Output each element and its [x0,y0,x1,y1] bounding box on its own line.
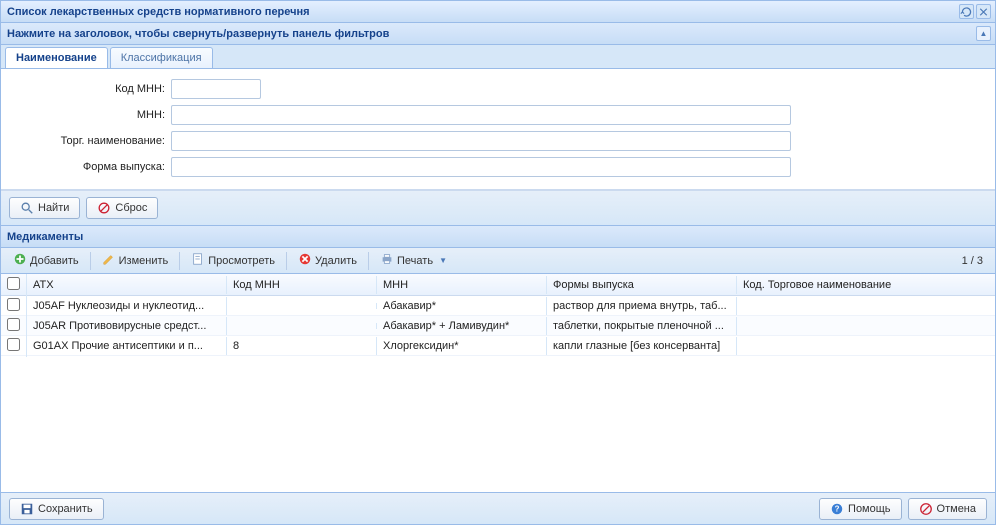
cell-form: раствор для приема внутрь, таб... [547,297,737,315]
delete-icon [298,252,312,269]
window-title: Список лекарственных средств нормативног… [7,6,310,18]
save-button[interactable]: Сохранить [9,498,104,520]
filter-buttons: Найти Сброс [1,190,995,226]
print-label: Печать [397,255,433,267]
view-label: Просмотреть [208,255,275,267]
cell-trade [737,323,995,329]
grid-body[interactable]: J05AF Нуклеозиды и нуклеотид... Абакавир… [1,296,995,492]
pencil-icon [102,252,116,269]
table-row[interactable]: J05AF Нуклеозиды и нуклеотид... Абакавир… [1,296,995,316]
find-button-label: Найти [38,202,69,214]
label-trade-name: Торг. наименование: [11,135,171,147]
reset-button[interactable]: Сброс [86,197,158,219]
add-label: Добавить [30,255,79,267]
separator [368,252,369,270]
cell-code [227,323,377,329]
label-mnn: МНН: [11,109,171,121]
col-code-mnn[interactable]: Код МНН [227,276,377,294]
collapse-icon[interactable]: ▲ [976,26,991,41]
col-atc[interactable]: АТХ [27,276,227,294]
cell-atc: G01AX Прочие антисептики и п... [27,337,227,355]
col-trade[interactable]: Код. Торговое наименование [737,276,995,294]
edit-label: Изменить [119,255,169,267]
close-icon[interactable] [976,4,991,19]
svg-text:?: ? [835,504,840,513]
cell-atc: J05AR Противовирусные средст... [27,317,227,335]
filter-form: Код МНН: МНН: Торг. наименование: Форма … [1,69,995,190]
paging-text: 1 / 3 [962,255,989,267]
search-icon [20,201,34,215]
input-trade-name[interactable] [171,131,791,151]
reset-icon [97,201,111,215]
separator [90,252,91,270]
chevron-down-icon: ▼ [439,256,447,265]
help-icon: ? [830,502,844,516]
grid-header: АТХ Код МНН МНН Формы выпуска Код. Торго… [1,274,995,296]
cancel-button[interactable]: Отмена [908,498,987,520]
print-button[interactable]: Печать ▼ [374,250,453,271]
label-code-mnn: Код МНН: [11,83,171,95]
cell-code: 8 [227,337,377,355]
cancel-icon [919,502,933,516]
table-row[interactable]: G01AX Прочие антисептики и п... 8 Хлорге… [1,336,995,356]
edit-button[interactable]: Изменить [96,250,175,271]
cell-mnn: Хлоргексидин* [377,337,547,355]
cell-code [227,303,377,309]
refresh-icon[interactable] [959,4,974,19]
add-button[interactable]: Добавить [7,250,85,271]
col-mnn[interactable]: МНН [377,276,547,294]
label-release-form: Форма выпуска: [11,161,171,173]
grid-title: Медикаменты [1,226,995,248]
tab-classification[interactable]: Классификация [110,47,213,68]
table-row[interactable]: J05AR Противовирусные средст... Абакавир… [1,316,995,336]
col-release-form[interactable]: Формы выпуска [547,276,737,294]
cell-atc: J05AF Нуклеозиды и нуклеотид... [27,297,227,315]
reset-button-label: Сброс [115,202,147,214]
row-checkbox[interactable] [7,318,20,331]
input-mnn[interactable] [171,105,791,125]
app-window: Список лекарственных средств нормативног… [0,0,996,525]
grid-toolbar: Добавить Изменить Просмотреть Удалить [1,248,995,274]
find-button[interactable]: Найти [9,197,80,219]
input-release-form[interactable] [171,157,791,177]
titlebar: Список лекарственных средств нормативног… [1,1,995,23]
cell-form: капли глазные [без консерванта] [547,337,737,355]
cancel-label: Отмена [937,503,976,515]
delete-label: Удалить [315,255,357,267]
cell-trade [737,303,995,309]
plus-icon [13,252,27,269]
cell-form: таблетки, покрытые пленочной ... [547,317,737,335]
document-icon [191,252,205,269]
delete-button[interactable]: Удалить [292,250,363,271]
cell-trade [737,343,995,349]
select-all-checkbox[interactable] [7,277,20,290]
save-label: Сохранить [38,503,93,515]
help-label: Помощь [848,503,891,515]
filter-panel-title: Нажмите на заголовок, чтобы свернуть/раз… [7,28,389,40]
tab-name[interactable]: Наименование [5,47,108,68]
separator [179,252,180,270]
bottom-bar: Сохранить ? Помощь Отмена [1,492,995,524]
row-checkbox[interactable] [7,338,20,351]
view-button[interactable]: Просмотреть [185,250,281,271]
cell-mnn: Абакавир* + Ламивудин* [377,317,547,335]
filter-tabs: Наименование Классификация [1,45,995,69]
save-icon [20,502,34,516]
filter-panel-header[interactable]: Нажмите на заголовок, чтобы свернуть/раз… [1,23,995,45]
row-checkbox[interactable] [7,298,20,311]
cell-mnn: Абакавир* [377,297,547,315]
help-button[interactable]: ? Помощь [819,498,902,520]
input-code-mnn[interactable] [171,79,261,99]
separator [286,252,287,270]
printer-icon [380,252,394,269]
